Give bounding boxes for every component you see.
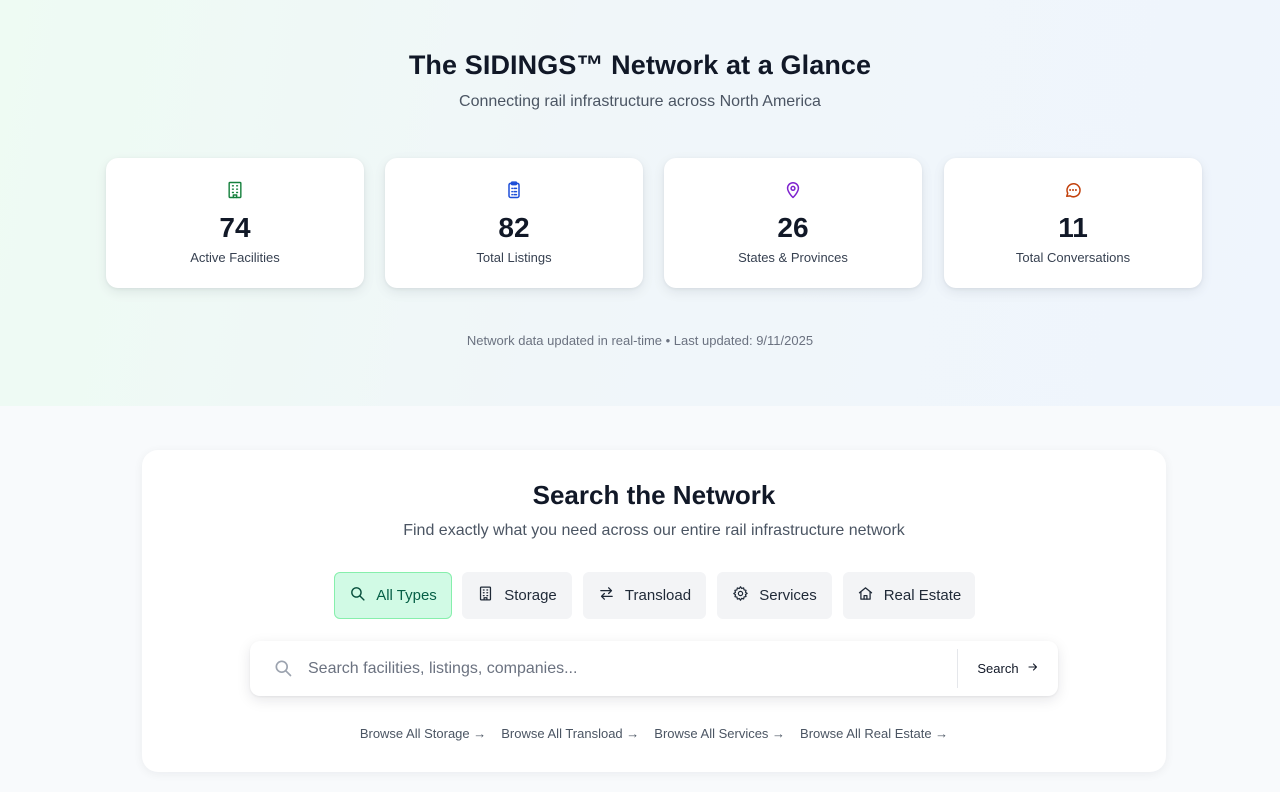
type-filter-all-types[interactable]: All Types <box>334 572 452 619</box>
hero-title: The SIDINGS™ Network at a Glance <box>408 50 872 80</box>
type-filter-label: Transload <box>624 587 692 604</box>
building-icon <box>106 180 364 200</box>
gear-icon <box>732 585 749 606</box>
type-filter-real-estate[interactable]: Real Estate <box>843 572 975 619</box>
type-filter-label: Storage <box>504 587 557 604</box>
stat-value: 11 <box>1058 212 1088 243</box>
stat-card-total-listings: 82 Total Listings <box>385 158 643 288</box>
search-icon <box>273 658 293 678</box>
search-title: Search the Network <box>532 480 776 510</box>
network-stats-section: The SIDINGS™ Network at a Glance Connect… <box>0 0 1280 406</box>
browse-all-transload-link[interactable]: Browse All Transload → <box>501 726 639 741</box>
search-button-label: Search <box>977 661 1019 676</box>
building-icon <box>477 585 494 606</box>
search-subtitle: Find exactly what you need across our en… <box>403 522 905 539</box>
type-filter-label: Services <box>759 587 817 604</box>
search-button[interactable]: Search <box>958 649 1058 688</box>
browse-links: Browse All Storage → Browse All Transloa… <box>142 726 1166 741</box>
search-icon <box>349 585 366 606</box>
type-filter-row: All Types Storage Transload Services Rea… <box>142 572 1166 619</box>
map-pin-icon <box>664 180 922 200</box>
home-icon <box>857 585 874 606</box>
type-filter-services[interactable]: Services <box>717 572 832 619</box>
type-filter-storage[interactable]: Storage <box>462 572 572 619</box>
stat-value: 82 <box>498 212 530 243</box>
arrow-right-icon <box>1027 661 1039 676</box>
browse-all-services-link[interactable]: Browse All Services → <box>654 726 785 741</box>
stat-value: 74 <box>219 212 251 243</box>
clipboard-list-icon <box>385 180 643 200</box>
stat-label: Total Conversations <box>1015 250 1131 265</box>
type-filter-label: All Types <box>376 587 437 604</box>
search-network-card: Search the Network Find exactly what you… <box>142 450 1166 772</box>
arrows-exchange-icon <box>598 585 615 606</box>
stat-card-states-provinces: 26 States & Provinces <box>664 158 922 288</box>
search-bar: Search <box>250 641 1058 696</box>
browse-all-storage-link[interactable]: Browse All Storage → <box>360 726 486 741</box>
type-filter-transload[interactable]: Transload <box>583 572 706 619</box>
search-input[interactable] <box>308 649 948 688</box>
stat-label: Active Facilities <box>190 250 280 265</box>
type-filter-label: Real Estate <box>883 587 962 604</box>
browse-all-real-estate-link[interactable]: Browse All Real Estate → <box>800 726 948 741</box>
stat-card-active-facilities: 74 Active Facilities <box>106 158 364 288</box>
stat-label: States & Provinces <box>738 250 848 265</box>
hero-subtitle: Connecting rail infrastructure across No… <box>459 93 821 110</box>
last-updated-note: Network data updated in real-time • Last… <box>466 333 814 348</box>
stat-value: 26 <box>777 212 809 243</box>
stat-card-total-conversations: 11 Total Conversations <box>944 158 1202 288</box>
message-circle-icon <box>944 180 1202 200</box>
stat-label: Total Listings <box>476 250 552 265</box>
